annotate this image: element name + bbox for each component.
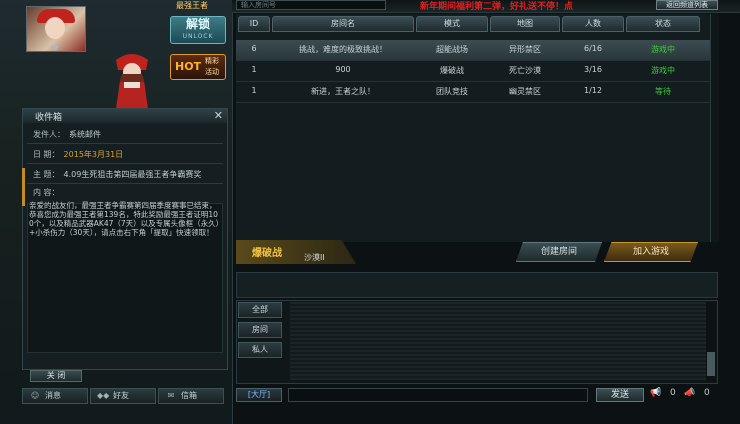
friends-button[interactable]: ◆◆ 好友	[90, 388, 156, 404]
announcement-marquee: 新年期间福利第二弹，好礼送不停！点	[420, 2, 574, 12]
chat-log	[290, 302, 706, 380]
chat-channel-select[interactable]: [大厅]	[236, 388, 282, 402]
mail-sender-row: 发件人： 系统邮件	[33, 129, 101, 140]
room-id: 6	[251, 44, 257, 53]
megaphone-count: 0	[704, 388, 710, 398]
unlock-label: 解锁	[185, 17, 210, 31]
mail-sender: 系统邮件	[69, 130, 101, 139]
hot-label: HOT	[175, 60, 202, 73]
messages-button[interactable]: ☺ 消息	[22, 388, 88, 404]
hot-event-button[interactable]: HOT 精彩活动	[170, 54, 226, 80]
table-header: ID 房间名 模式 地图 人数 状态	[236, 14, 710, 32]
mail-header: 收件箱 ✕	[23, 109, 227, 123]
chat-header	[236, 272, 718, 298]
mail-close-button[interactable]: 关 闭	[30, 370, 82, 382]
table-row[interactable]: 1 900 爆破战 死亡沙漠 3/16 游戏中	[236, 61, 710, 82]
room-status: 游戏中	[651, 66, 675, 75]
room-table: ID 房间名 模式 地图 人数 状态 6 挑战，难度的极致挑战！ 超能战场 异形…	[236, 14, 710, 242]
chat-tab-all[interactable]: 全部	[238, 302, 282, 318]
friends-label: 好友	[113, 391, 129, 400]
friends-icon: ◆◆	[97, 391, 110, 400]
room-map: 死亡沙漠	[509, 66, 541, 75]
chevron-down-icon[interactable]	[50, 46, 60, 51]
mail-date-row: 日 期： 2015年3月31日	[33, 149, 123, 160]
col-id[interactable]: ID	[238, 16, 270, 32]
table-row[interactable]: 6 挑战，难度的极致挑战！ 超能战场 异形禁区 6/16 游戏中	[236, 40, 710, 61]
messages-label: 消息	[45, 391, 61, 400]
hot-sub-label: 精彩活动	[205, 57, 219, 76]
room-id: 1	[251, 65, 257, 74]
megaphone-icon[interactable]: 📣	[684, 388, 695, 398]
room-mode: 超能战场	[436, 45, 468, 54]
chat-tab-room[interactable]: 房间	[238, 322, 282, 338]
mail-date-label: 日 期：	[33, 150, 60, 159]
room-map: 异形禁区	[509, 45, 541, 54]
chat-scroll-thumb[interactable]	[707, 352, 715, 376]
col-status[interactable]: 状态	[626, 16, 700, 32]
mode-map: 沙漠II	[304, 253, 325, 262]
col-map[interactable]: 地图	[490, 16, 560, 32]
room-mode: 爆破战	[440, 66, 464, 75]
mode-banner: 爆破战 沙漠II	[236, 240, 356, 264]
mail-window: 收件箱 ✕ 发件人： 系统邮件 日 期： 2015年3月31日 主 题： 4.09生死…	[22, 108, 228, 370]
chat-bubble-icon: ☺	[30, 391, 40, 400]
chat-tab-private[interactable]: 私人	[238, 342, 282, 358]
room-status: 等待	[655, 87, 671, 96]
close-icon[interactable]: ✕	[214, 109, 223, 122]
mail-body: 亲爱的战友们，最强王者争霸赛第四届季度赛事已结束，恭喜您成为最强王者第139名，…	[29, 201, 220, 237]
mode-name: 爆破战	[252, 248, 282, 259]
send-button[interactable]: 发送	[596, 388, 644, 402]
col-players[interactable]: 人数	[562, 16, 624, 32]
room-mode: 团队竞技	[436, 87, 468, 96]
mail-sender-label: 发件人：	[33, 130, 65, 139]
room-id: 1	[251, 86, 257, 95]
room-players: 3/16	[584, 65, 602, 74]
room-map: 幽灵禁区	[509, 87, 541, 96]
room-name: 挑战，难度的极致挑战！	[299, 45, 387, 54]
mail-title: 收件箱	[35, 113, 63, 123]
table-row[interactable]: 1 新进，王者之队！ 团队竞技 幽灵禁区 1/12 等待	[236, 82, 710, 103]
room-name: 新进，王者之队！	[311, 87, 375, 96]
mailbox-label: 信箱	[181, 391, 197, 400]
chat-input[interactable]	[288, 388, 588, 402]
col-mode[interactable]: 模式	[416, 16, 488, 32]
mail-subject-row: 主 题： 4.09生死狙击第四届最强王者争霸赛奖	[33, 169, 201, 180]
back-to-channel-list-button[interactable]: 返回频道列表	[656, 0, 718, 10]
room-search-input[interactable]: 输入房间号	[236, 0, 386, 10]
room-players: 6/16	[584, 44, 602, 53]
mail-subject-label: 主 题：	[33, 170, 60, 179]
mail-content-label: 内 容：	[33, 188, 60, 197]
envelope-icon: ✉	[167, 391, 175, 400]
mail-date: 2015年3月31日	[63, 150, 124, 159]
character-portrait	[116, 54, 148, 108]
speaker-count: 0	[670, 388, 676, 398]
unlock-sub-label: UNLOCK	[182, 33, 214, 40]
room-players: 1/12	[584, 86, 602, 95]
mail-highlight-bar	[22, 168, 25, 206]
speaker-icon[interactable]: 📢	[650, 388, 661, 398]
create-room-button[interactable]: 创建房间	[516, 242, 602, 262]
join-game-button[interactable]: 加入游戏	[604, 242, 698, 262]
unlock-button[interactable]: 解锁 UNLOCK	[170, 16, 226, 44]
room-status: 游戏中	[651, 45, 675, 54]
table-scrollbar[interactable]	[710, 14, 719, 242]
character-title: 最强王者	[176, 1, 208, 10]
mail-subject: 4.09生死狙击第四届最强王者争霸赛奖	[63, 170, 202, 179]
mailbox-button[interactable]: ✉ 信箱	[158, 388, 224, 404]
room-name: 900	[335, 65, 351, 74]
col-room-name[interactable]: 房间名	[272, 16, 414, 32]
